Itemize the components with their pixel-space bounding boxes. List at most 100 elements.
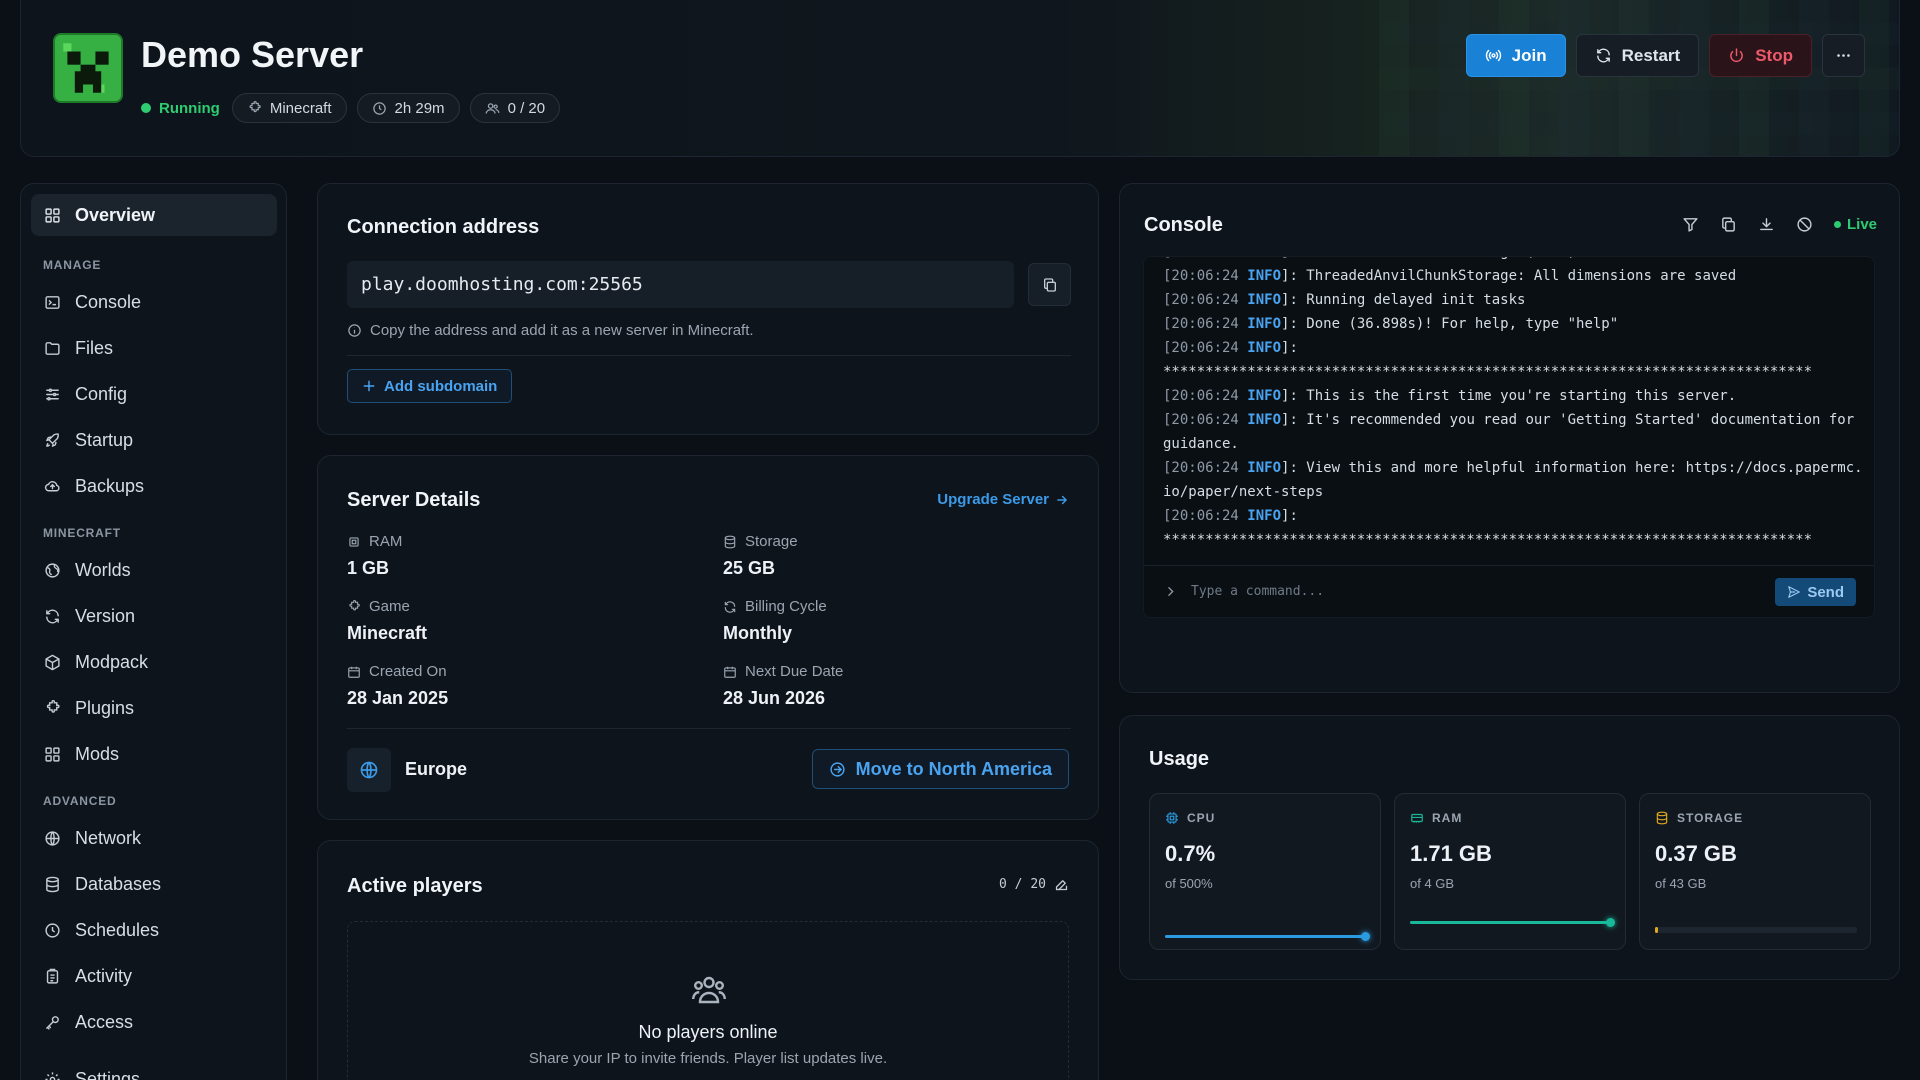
- sidebar-section-minecraft: MINECRAFT: [43, 526, 121, 540]
- console-timestamp: [20:06:24: [1163, 388, 1248, 404]
- console-timestamp: [20:06:24: [1163, 460, 1248, 476]
- sidebar-item-activity[interactable]: Activity: [31, 955, 277, 997]
- console-line: [20:06:24 INFO]: Done (36.898s)! For hel…: [1163, 312, 1863, 336]
- console-level: INFO: [1247, 508, 1282, 524]
- add-subdomain-label: Add subdomain: [384, 377, 498, 395]
- sidebar-item-modpack[interactable]: Modpack: [31, 641, 277, 683]
- usage-ram-max: of 4 GB: [1410, 876, 1455, 891]
- sidebar-item-schedules[interactable]: Schedules: [31, 909, 277, 951]
- cpu-chip-icon: [349, 536, 359, 547]
- sidebar-item-overview[interactable]: Overview: [31, 194, 277, 236]
- live-indicator: Live: [1833, 216, 1877, 233]
- console-timestamp: [20:06:24: [1163, 292, 1248, 308]
- console-level: INFO: [1247, 388, 1282, 404]
- sidebar-item-startup[interactable]: Startup: [31, 419, 277, 461]
- restart-button[interactable]: Restart: [1575, 34, 1700, 77]
- command-input[interactable]: Type a command...: [1191, 584, 1324, 599]
- detail-due: Next Due Date 28 Jun 2026: [723, 663, 843, 709]
- add-subdomain-button[interactable]: Add subdomain: [347, 369, 513, 403]
- sidebar-item-label: Settings: [75, 1068, 141, 1080]
- console-message: ]: Running delayed init tasks: [1281, 292, 1526, 308]
- memory-icon: [1411, 813, 1423, 823]
- ram-progress-fill: [1410, 921, 1612, 924]
- send-button[interactable]: Send: [1775, 578, 1856, 606]
- players-empty-state: No players online Share your IP to invit…: [347, 921, 1069, 1080]
- sidebar-item-label: Files: [75, 337, 114, 358]
- detail-storage: Storage 25 GB: [723, 533, 798, 579]
- database-icon: [1656, 811, 1668, 825]
- sidebar-item-plugins[interactable]: Plugins: [31, 687, 277, 729]
- live-dot-icon: [1833, 221, 1841, 228]
- player-count-text: 0 / 20: [999, 877, 1046, 892]
- detail-created-label: Created On: [369, 663, 447, 680]
- upgrade-label: Upgrade Server: [937, 491, 1049, 508]
- detail-billing-value: Monthly: [723, 623, 792, 643]
- console-card: Console Live [20:06:24 INFO]: ThreadedAn…: [1119, 183, 1900, 693]
- sidebar-item-label: Network: [75, 827, 142, 848]
- console-line: ****************************************…: [1163, 528, 1863, 552]
- sidebar-item-label: Version: [75, 605, 136, 626]
- users-group-icon: [692, 976, 726, 1004]
- status-badge: Running: [141, 100, 220, 117]
- console-line: [20:06:24 INFO]: ThreadedAnvilChunkStora…: [1163, 264, 1863, 288]
- grid-icon: [45, 746, 60, 762]
- puzzle-icon: [249, 100, 261, 112]
- server-details-card: Server Details Upgrade Server RAM 1 GB S…: [317, 455, 1099, 820]
- console-level: INFO: [1247, 268, 1282, 284]
- download-icon[interactable]: [1758, 216, 1775, 233]
- stop-label: Stop: [1755, 45, 1793, 65]
- ram-progress-track: [1410, 918, 1615, 927]
- sidebar-item-label: Plugins: [75, 697, 135, 718]
- sidebar-item-access[interactable]: Access: [31, 1001, 277, 1043]
- filter-icon[interactable]: [1682, 216, 1699, 233]
- detail-storage-value: 25 GB: [723, 558, 776, 578]
- sidebar-item-version[interactable]: Version: [31, 595, 277, 637]
- sidebar-item-label: Overview: [75, 204, 156, 225]
- sidebar-item-databases[interactable]: Databases: [31, 863, 277, 905]
- sidebar-item-console[interactable]: Console: [31, 281, 277, 323]
- calendar-icon: [724, 666, 736, 678]
- join-button[interactable]: Join: [1465, 34, 1566, 77]
- empty-state-title: No players online: [638, 1022, 778, 1042]
- sidebar-item-label: Backups: [75, 475, 145, 496]
- empty-state-subtitle: Share your IP to invite friends. Player …: [528, 1050, 888, 1067]
- sidebar-item-label: Startup: [75, 429, 134, 450]
- connection-card: Connection address play.doomhosting.com:…: [317, 183, 1099, 435]
- chevron-right-icon: [1168, 587, 1174, 596]
- uptime-chip: 2h 29m: [356, 93, 460, 123]
- sidebar-item-settings[interactable]: Settings: [31, 1058, 277, 1080]
- clear-icon[interactable]: [1796, 216, 1813, 233]
- live-text: Live: [1846, 216, 1877, 233]
- game-chip-text: Minecraft: [269, 99, 332, 117]
- terminal-icon: [45, 295, 60, 309]
- console-timestamp: [20:06:24: [1163, 412, 1248, 428]
- detail-storage-label: Storage: [745, 533, 798, 550]
- copy-icon[interactable]: [1720, 216, 1737, 233]
- storage-progress-track: [1655, 927, 1857, 933]
- copy-address-button[interactable]: [1028, 263, 1071, 306]
- edit-icon[interactable]: [1054, 877, 1069, 892]
- stop-button[interactable]: Stop: [1709, 34, 1812, 77]
- sidebar-item-backups[interactable]: Backups: [31, 465, 277, 507]
- sliders-icon: [46, 387, 59, 401]
- sidebar-section-manage: MANAGE: [43, 258, 102, 272]
- console-line: [20:06:24 INFO]: This is the first time …: [1163, 384, 1863, 408]
- sidebar-item-label: Access: [75, 1011, 134, 1032]
- join-label: Join: [1511, 45, 1547, 65]
- more-options-button[interactable]: [1822, 34, 1865, 77]
- region-name: Europe: [405, 759, 468, 779]
- status-dot-icon: [141, 103, 151, 113]
- connection-title: Connection address: [347, 216, 540, 238]
- sidebar-item-files[interactable]: Files: [31, 327, 277, 369]
- upgrade-server-link[interactable]: Upgrade Server: [937, 491, 1069, 508]
- sidebar-item-config[interactable]: Config: [31, 373, 277, 415]
- console-output[interactable]: [20:06:24 INFO]: ThreadedAnvilChunkStora…: [1143, 256, 1875, 618]
- console-line: [20:06:24 INFO]: View this and more help…: [1163, 456, 1863, 504]
- sidebar-item-worlds[interactable]: Worlds: [31, 549, 277, 591]
- connection-address-field[interactable]: play.doomhosting.com:25565: [347, 261, 1014, 308]
- sidebar-item-network[interactable]: Network: [31, 817, 277, 859]
- refresh-icon: [46, 609, 59, 623]
- move-region-button[interactable]: Move to North America: [811, 749, 1069, 789]
- sidebar-item-mods[interactable]: Mods: [31, 733, 277, 775]
- console-message: ]: This is the first time you're startin…: [1281, 388, 1737, 404]
